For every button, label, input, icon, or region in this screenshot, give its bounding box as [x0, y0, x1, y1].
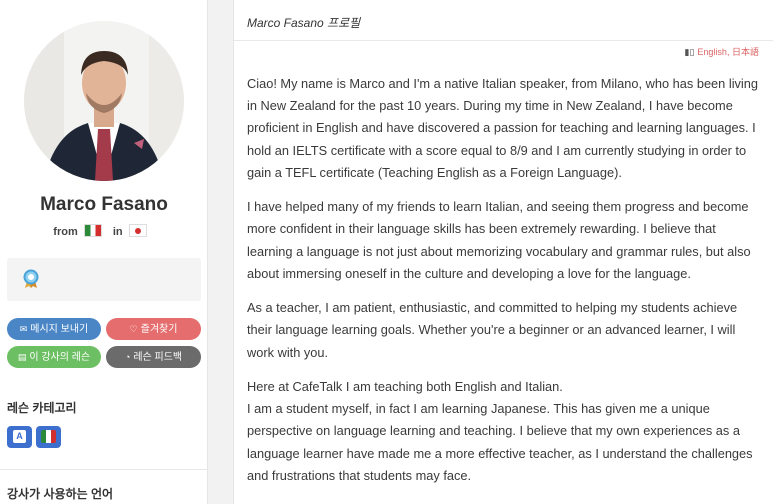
translate-book-icon: ▮▯	[684, 47, 695, 57]
teacher-sidebar: Marco Fasano from in ✉ 메시지 보내기 ♡ 즐겨찾기 ▤ 이 강…	[0, 0, 208, 504]
lesson-feedback-label: 레슨 피드백	[133, 352, 183, 363]
italian-category-icon[interactable]	[36, 426, 61, 448]
send-message-label: 메시지 보내기	[30, 324, 89, 335]
from-label: from	[53, 226, 78, 238]
favorite-button[interactable]: ♡ 즐겨찾기	[106, 318, 201, 340]
bio-line: Here at CafeTalk I am teaching both Engl…	[247, 379, 563, 394]
teacher-lessons-label: 이 강사의 레슨	[29, 352, 91, 363]
heart-icon: ♡	[129, 324, 138, 334]
lesson-category-heading: 레슨 카테고리	[7, 401, 77, 415]
profile-main-panel: Marco Fasano 프로필 ▮▯ English, 日本語 Ciao! My…	[233, 0, 773, 504]
speech-bubble-icon: ◔	[124, 352, 131, 362]
teacher-avatar	[24, 21, 184, 181]
bio-line: I am a student myself, in fact I am lear…	[247, 401, 753, 483]
bio-paragraph: As a teacher, I am patient, enthusiastic…	[247, 300, 738, 360]
bio-paragraph: Ciao! My name is Marco and I'm a native …	[247, 76, 759, 180]
bio-paragraph: I have helped many of my friends to lear…	[247, 199, 751, 281]
favorite-label: 즐겨찾기	[140, 324, 178, 335]
teacher-origin: from in	[0, 224, 208, 238]
award-badge-icon[interactable]	[21, 269, 41, 289]
send-message-button[interactable]: ✉ 메시지 보내기	[7, 318, 101, 340]
book-icon: ▤	[17, 352, 27, 362]
badge-box	[7, 258, 201, 301]
teacher-lessons-button[interactable]: ▤ 이 강사의 레슨	[7, 346, 101, 368]
bio-paragraph: Here at CafeTalk I am teaching both Engl…	[247, 376, 759, 487]
profile-bio: Ciao! My name is Marco and I'm a native …	[247, 73, 759, 499]
japanese-link[interactable]: 日本語	[732, 47, 759, 57]
english-link[interactable]: English	[697, 47, 727, 57]
italy-flag-glyph	[41, 430, 56, 443]
profile-header: Marco Fasano 프로필	[234, 0, 773, 41]
profile-title: Marco Fasano 프로필	[247, 16, 361, 30]
lesson-feedback-button[interactable]: ◔ 레슨 피드백	[106, 346, 201, 368]
in-label: in	[112, 226, 123, 238]
translation-links: ▮▯ English, 日本語	[685, 45, 759, 58]
english-category-glyph: A	[13, 430, 26, 443]
language-separator: ,	[726, 47, 730, 57]
message-icon: ✉	[19, 324, 28, 334]
italy-flag-icon	[83, 224, 102, 237]
japan-flag-icon	[128, 224, 147, 237]
sidebar-divider	[0, 469, 208, 470]
english-category-icon[interactable]: A	[7, 426, 32, 448]
languages-spoken-heading: 강사가 사용하는 언어	[7, 487, 114, 501]
teacher-name: Marco Fasano	[40, 194, 168, 215]
